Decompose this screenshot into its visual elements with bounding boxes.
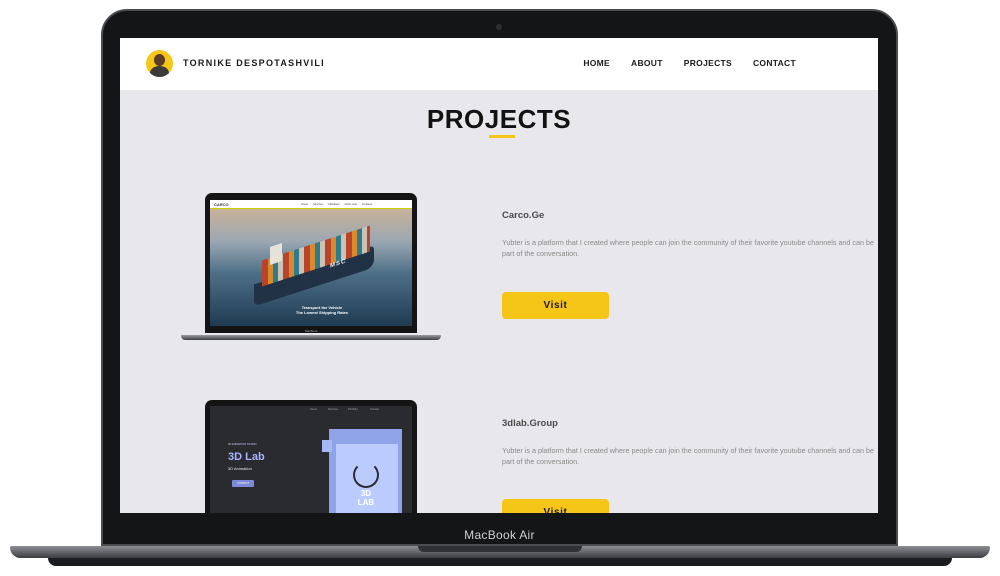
3dlab-logo-line-2: LAB bbox=[357, 498, 375, 507]
title-underline bbox=[489, 135, 515, 138]
site-header: TORNIKE DESPOTASHVILI HOME ABOUT PROJECT… bbox=[120, 38, 878, 90]
cargo-ship-photo: MSC Transport the Vehicle The Lowest Shi… bbox=[210, 209, 412, 326]
project-2-visit-button[interactable]: Visit bbox=[502, 499, 609, 513]
project-1-visit-button[interactable]: Visit bbox=[502, 292, 609, 319]
3dlab-title: 3D Lab bbox=[228, 451, 265, 463]
3dlab-nav-link: Services bbox=[328, 408, 338, 411]
3dlab-shape bbox=[322, 440, 332, 452]
3dlab-logo: 3D LAB bbox=[351, 489, 381, 507]
page-title: PROJECTS bbox=[426, 104, 572, 134]
camera-icon bbox=[496, 24, 502, 30]
nav-about[interactable]: ABOUT bbox=[631, 58, 663, 68]
3dlab-subtitle: 3D Animation bbox=[228, 466, 252, 471]
3dlab-cta-button: CONTACT bbox=[232, 480, 254, 487]
nav-projects[interactable]: PROJECTS bbox=[684, 58, 732, 68]
project-1-description: Yubter is a platform that I created wher… bbox=[502, 238, 874, 258]
avatar[interactable] bbox=[146, 50, 173, 77]
3dlab-nav-link: Contact bbox=[370, 408, 379, 411]
laptop-screen: TORNIKE DESPOTASHVILI HOME ABOUT PROJECT… bbox=[120, 38, 878, 513]
carco-nav-links: Home Services Calculator Order now Conta… bbox=[301, 203, 372, 206]
project-1-title: Carco.Ge bbox=[502, 210, 545, 221]
macbook-mockup: TORNIKE DESPOTASHVILI HOME ABOUT PROJECT… bbox=[0, 0, 1000, 576]
carco-nav-link: Contacts bbox=[361, 203, 372, 206]
3dlab-nav-link: Home bbox=[310, 408, 317, 411]
avatar-head bbox=[154, 54, 165, 66]
carco-nav-link: Calculator bbox=[327, 203, 340, 206]
laptop-base-shadow bbox=[48, 558, 952, 566]
project-2-screenshot: Home Services Portfolio Contact 3D LAB 3… bbox=[210, 406, 412, 513]
project-2-title: 3dlab.Group bbox=[502, 418, 558, 429]
project-1-device-label: MacBook Air bbox=[305, 329, 318, 337]
carco-slogan-line-2: The Lowest Shipping Rates bbox=[295, 310, 349, 315]
carco-nav-link: Services bbox=[313, 203, 323, 206]
nav-home[interactable]: HOME bbox=[583, 58, 610, 68]
3dlab-nav-bar: Home Services Portfolio Contact bbox=[210, 406, 412, 414]
avatar-body bbox=[150, 66, 169, 77]
main-nav: HOME ABOUT PROJECTS CONTACT bbox=[583, 58, 796, 68]
3dlab-nav-link: Portfolio bbox=[348, 408, 358, 411]
carco-nav-link: Order now bbox=[344, 203, 357, 206]
device-label: MacBook Air bbox=[464, 528, 535, 542]
flask-icon bbox=[353, 462, 379, 488]
brand-name[interactable]: TORNIKE DESPOTASHVILI bbox=[183, 58, 325, 68]
carco-nav-link: Home bbox=[301, 203, 308, 206]
3dlab-logo-line-1: 3D bbox=[360, 489, 372, 498]
carco-logo: CARCO bbox=[214, 202, 229, 207]
carco-nav-bar: CARCO Home Services Calculator Order now… bbox=[210, 200, 412, 209]
project-1-screenshot: CARCO Home Services Calculator Order now… bbox=[210, 200, 412, 327]
project-2-description: Yubter is a platform that I created wher… bbox=[502, 446, 874, 466]
nav-contact[interactable]: CONTACT bbox=[753, 58, 796, 68]
laptop-hinge-notch bbox=[418, 546, 582, 552]
carco-slogan: Transport the Vehicle The Lowest Shippin… bbox=[282, 305, 362, 315]
3dlab-kicker: 3D ANIMATION STUDIO bbox=[228, 443, 257, 446]
